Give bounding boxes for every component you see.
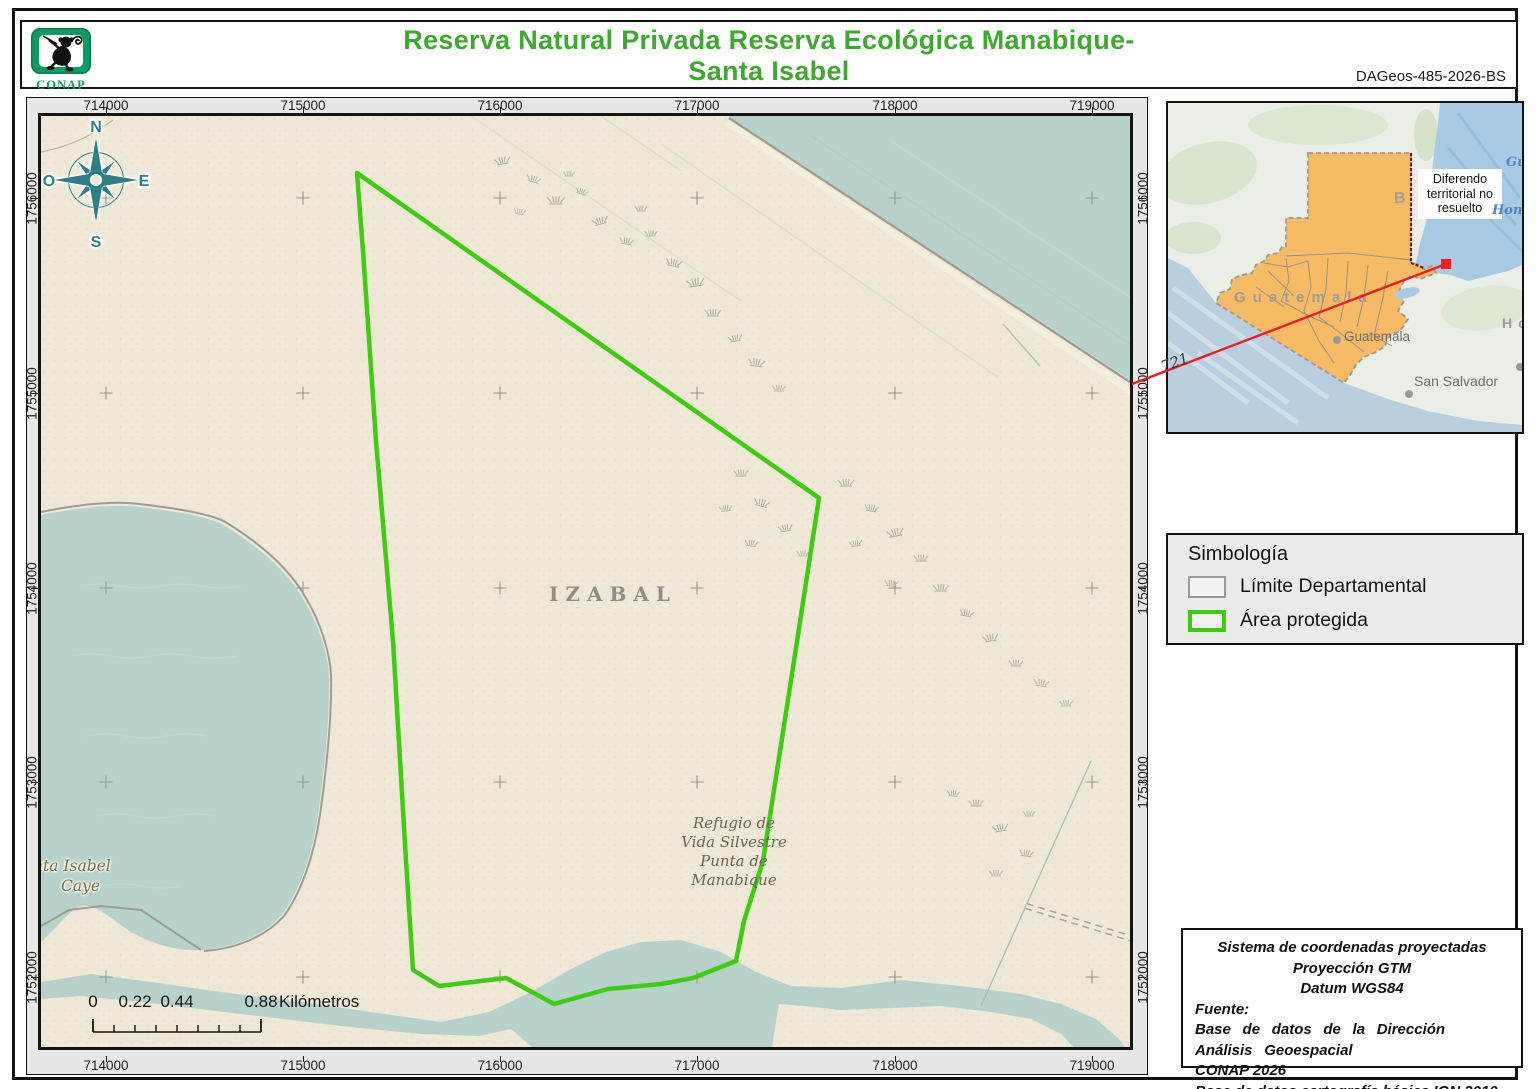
map-sheet: CONAP Reserva Natural Privada Reserva Ec… [0,0,1536,1089]
compass-s: S [91,234,102,248]
header: CONAP Reserva Natural Privada Reserva Ec… [20,20,1518,89]
grid-tick [1139,977,1146,978]
grid-tick [895,107,896,113]
grid-tick [106,107,107,113]
compass-o: O [43,173,55,190]
grid-tick [31,977,38,978]
crs-line: Sistema de coordenadas proyectadas [1195,938,1509,959]
scale-label-022: 0.22 [118,992,151,1012]
legend-item-departmental: Límite Departamental [1188,575,1426,598]
compass-e: E [139,173,150,190]
grid-tick [31,588,38,589]
projection-line: Proyección GTM [1195,959,1509,980]
legend: Simbología Límite Departamental Área pro… [1166,533,1524,645]
grid-tick [895,1056,896,1062]
protected-area-swatch [1188,610,1226,632]
scale-bar: 0 0.22 0.44 0.88 Kilómetros [71,992,441,1040]
inset-guatemala-city-dot [1333,336,1341,344]
map-title-line2: Santa Isabel [142,56,1396,87]
legend-title: Simbología [1188,543,1288,566]
grid-tick [697,107,698,113]
conap-logo: CONAP [30,27,92,87]
grid-tick [1139,588,1146,589]
refuge-label: Refugio de Vida Silvestre Punta de Manab… [634,814,834,890]
grid-tick [303,1056,304,1062]
scale-unit-label: Kilómetros [279,992,359,1012]
conap-logo-caption: CONAP [30,78,92,93]
grid-tick [1139,393,1146,394]
source-line-1a: Base de datos de la Dirección Análisis G… [1195,1020,1509,1061]
grid-tick [303,107,304,113]
grid-tick [1092,107,1093,113]
departmental-limit-swatch [1188,576,1226,598]
compass-n: N [90,119,102,136]
inset-gulf-label-2: Hono [1492,203,1524,218]
inset-san-salvador-dot [1405,390,1413,398]
datum-line: Datum WGS84 [1195,979,1509,1000]
grid-tick [1139,782,1146,783]
grid-tick [31,782,38,783]
inset-country-label: Guatemala [1234,289,1374,306]
map-frame: IZABAL Refugio de Vida Silvestre Punta d… [26,97,1148,1075]
map-title-line1: Reserva Natural Privada Reserva Ecológic… [142,25,1396,56]
department-label-izabal: IZABAL [513,582,713,606]
grid-tick [31,198,38,199]
location-inset-map: B Diferendo territorial no resuelto Guat… [1166,101,1524,434]
inset-honduras-label: Ho [1502,315,1524,331]
grid-tick [31,393,38,394]
grid-tick [500,1056,501,1062]
map-canvas: IZABAL Refugio de Vida Silvestre Punta d… [38,113,1133,1050]
legend-item-protected-area: Área protegida [1188,609,1368,632]
caye-label: nta Isabel Caye [38,856,163,896]
source-line-1b: CONAP 2026 [1195,1061,1509,1082]
scale-label-088: 0.88 [244,992,277,1012]
grid-tick [106,1056,107,1062]
grid-tick [1092,1056,1093,1062]
compass-rose-icon: N S O E [41,116,151,248]
grid-tick [500,107,501,113]
grid-tick [1139,198,1146,199]
source-line-2: Base de datos cartografía básica IGN 201… [1195,1082,1509,1089]
inset-gulf-label-1: Gu [1506,155,1524,170]
source-heading: Fuente: [1195,1000,1509,1021]
scale-label-0: 0 [88,992,97,1012]
conap-monkey-icon [30,27,92,75]
inset-san-salvador-label: San Salvador [1414,373,1498,389]
inset-belize-letter: B [1394,190,1406,207]
scale-label-044: 0.44 [160,992,193,1012]
document-id: DAGeos-485-2026-BS [1356,68,1506,85]
map-title: Reserva Natural Privada Reserva Ecológic… [142,25,1396,87]
inset-city-label: Guatemala [1344,329,1410,344]
grid-tick [697,1056,698,1062]
credits-box: Sistema de coordenadas proyectadas Proye… [1181,928,1523,1068]
scale-bar-ruler [71,1016,441,1038]
territorial-dispute-note: Diferendo territorial no resuelto [1418,169,1502,219]
